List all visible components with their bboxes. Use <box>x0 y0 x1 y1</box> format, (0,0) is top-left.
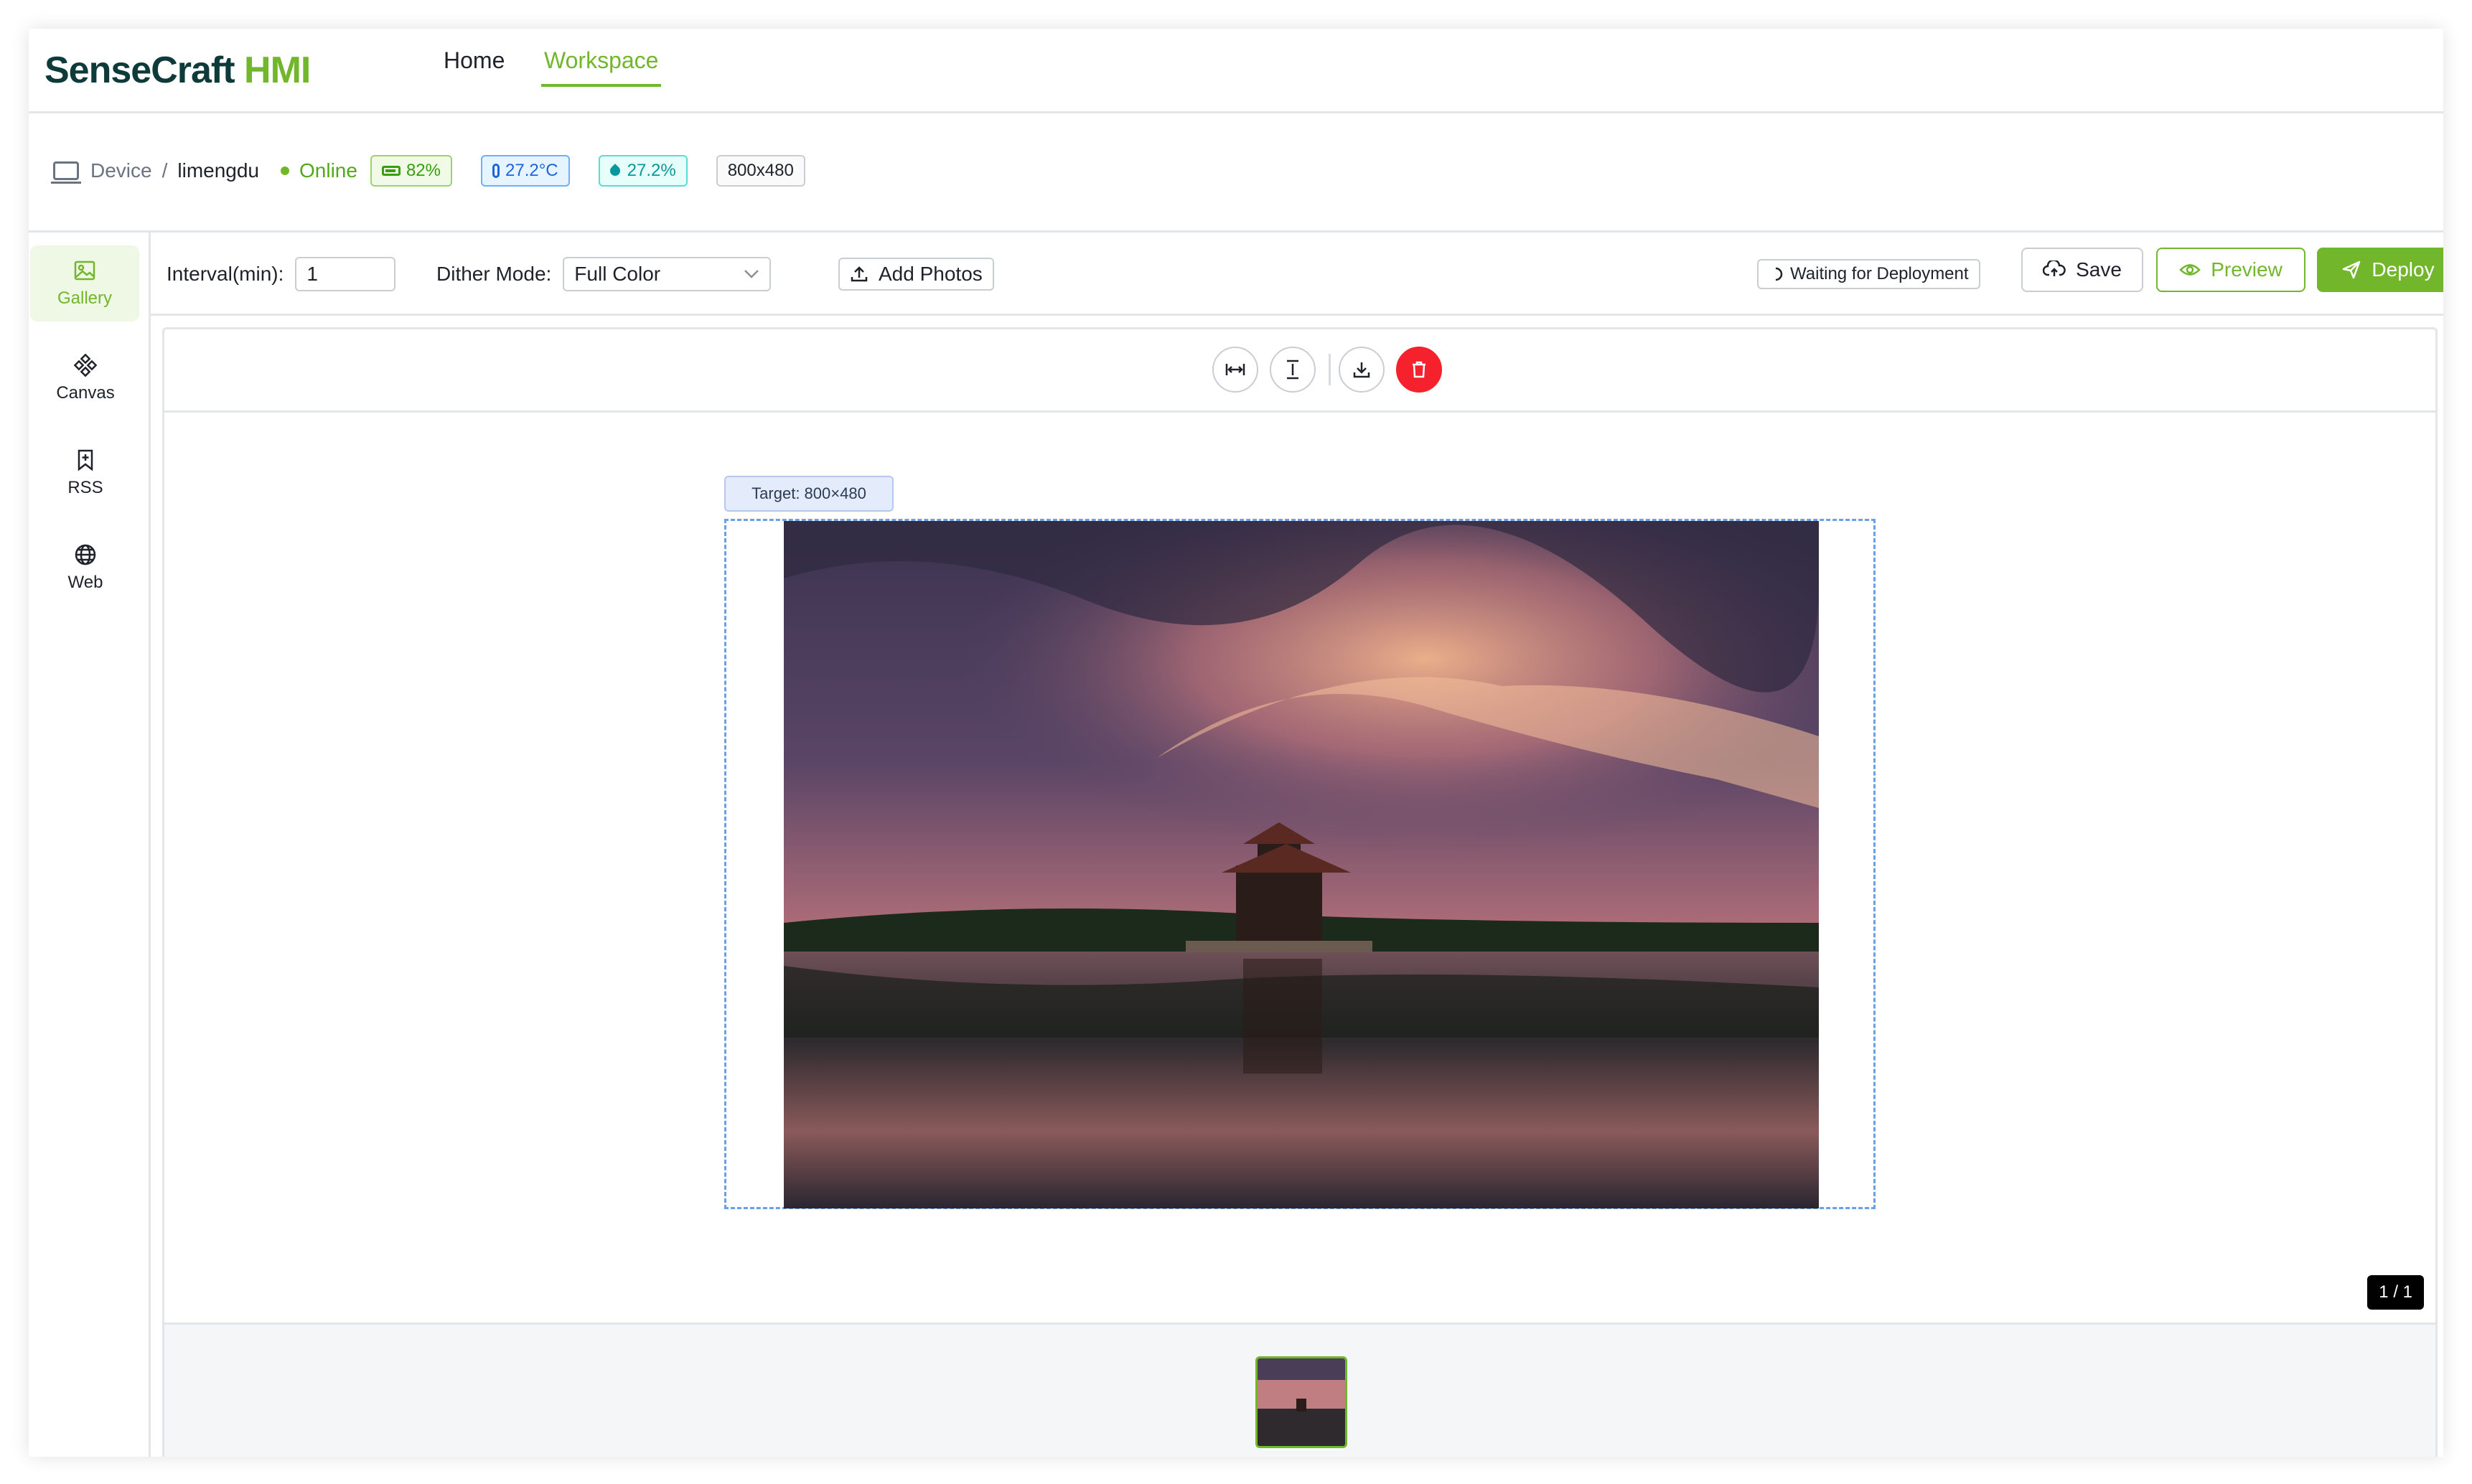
online-status-label: Online <box>299 159 357 182</box>
dither-label: Dither Mode: <box>436 263 552 285</box>
sidebar: Gallery Canvas RSS Web <box>29 233 151 1457</box>
battery-icon <box>381 166 401 176</box>
send-icon <box>2343 260 2361 279</box>
diamond-grid-icon <box>73 353 98 377</box>
app-window: SenseCraft HMI Home Workspace Device / l… <box>29 29 2443 1457</box>
laptop-icon <box>51 161 81 184</box>
sidebar-item-rss[interactable]: RSS <box>30 435 141 511</box>
fit-height-button[interactable] <box>1270 347 1316 393</box>
fit-width-icon <box>1225 364 1245 375</box>
globe-icon <box>73 543 98 567</box>
image-tools <box>164 329 2435 413</box>
upload-icon <box>851 266 868 282</box>
add-photos-button[interactable]: Add Photos <box>838 258 994 291</box>
deploy-wrap: Deploy <box>2317 248 2443 292</box>
image-icon <box>72 258 97 283</box>
editor-panel: Target: 800×480 1 / 1 <box>162 327 2438 1457</box>
thumbnail-strip <box>164 1323 2435 1457</box>
dither-select-value: Full Color <box>574 263 661 285</box>
eye-icon <box>2179 264 2201 276</box>
toolbar: Interval(min): 1 Dither Mode: Full Color… <box>151 233 2443 316</box>
bookmark-plus-icon <box>73 448 98 472</box>
temperature-badge: 27.2°C <box>481 155 570 187</box>
delete-button[interactable] <box>1396 347 1442 393</box>
resolution-badge: 800x480 <box>716 155 805 187</box>
save-button[interactable]: Save <box>2021 248 2143 292</box>
target-frame <box>724 519 1876 1209</box>
download-icon <box>1353 362 1370 378</box>
chevron-down-icon <box>744 270 759 278</box>
page-counter: 1 / 1 <box>2367 1275 2424 1310</box>
deploy-status-label: Waiting for Deployment <box>1790 264 1969 283</box>
interval-group: Interval(min): 1 <box>167 255 396 293</box>
nav-workspace[interactable]: Workspace <box>541 47 662 87</box>
add-photos-wrap: Add Photos <box>838 255 994 293</box>
breadcrumb-device[interactable]: Device <box>90 159 152 182</box>
humidity-value: 27.2% <box>627 161 676 180</box>
cloud-upload-icon <box>2043 260 2066 276</box>
brand-name-part1: SenseCraft <box>45 50 235 91</box>
preview-button[interactable]: Preview <box>2156 248 2305 292</box>
fit-height-icon <box>1287 360 1298 380</box>
online-status: Online <box>281 159 357 182</box>
sidebar-item-label: Gallery <box>57 288 113 308</box>
save-wrap: Save <box>2021 248 2143 292</box>
nav-home[interactable]: Home <box>441 47 507 84</box>
add-photos-label: Add Photos <box>879 263 983 285</box>
download-button[interactable] <box>1339 347 1385 393</box>
sidebar-item-web[interactable]: Web <box>30 530 141 606</box>
target-size-label: Target: 800×480 <box>724 476 894 512</box>
deploy-status-indicator: Waiting for Deployment <box>1757 259 1980 289</box>
preview-wrap: Preview <box>2156 248 2305 292</box>
droplet-icon <box>607 164 622 178</box>
battery-value: 82% <box>406 161 441 180</box>
deploy-button[interactable]: Deploy <box>2317 248 2443 292</box>
breadcrumb-separator: / <box>161 159 168 182</box>
save-label: Save <box>2076 258 2122 281</box>
trash-icon <box>1413 361 1425 378</box>
breadcrumb-device-name: limengdu <box>177 159 260 182</box>
gallery-photo[interactable] <box>784 521 1819 1208</box>
device-bar: Device / limengdu Online 82% 27.2°C 27.2… <box>29 113 2443 233</box>
top-nav: SenseCraft HMI Home Workspace <box>29 29 2443 113</box>
loading-spinner-icon <box>1775 267 1783 281</box>
preview-label: Preview <box>2211 258 2283 281</box>
deploy-label: Deploy <box>2372 258 2435 281</box>
status-dot-icon <box>281 166 290 175</box>
sidebar-item-gallery[interactable]: Gallery <box>30 245 139 321</box>
thermometer-icon <box>492 164 500 178</box>
interval-input[interactable]: 1 <box>295 257 396 291</box>
sidebar-item-label: Web <box>67 573 103 592</box>
humidity-badge: 27.2% <box>598 155 688 187</box>
sidebar-item-canvas[interactable]: Canvas <box>30 340 141 416</box>
brand-name-part2: HMI <box>234 50 311 91</box>
battery-badge: 82% <box>370 155 452 187</box>
sidebar-item-label: RSS <box>67 478 103 497</box>
brand-logo[interactable]: SenseCraft HMI <box>45 49 311 92</box>
tool-divider <box>1329 354 1331 385</box>
dither-group: Dither Mode: Full Color <box>436 255 772 293</box>
deploy-status-wrap: Waiting for Deployment <box>1757 255 1980 293</box>
dither-select[interactable]: Full Color <box>563 257 772 291</box>
sidebar-item-label: Canvas <box>56 383 115 403</box>
fit-width-button[interactable] <box>1212 347 1258 393</box>
thumbnail-item[interactable] <box>1255 1356 1347 1448</box>
temperature-value: 27.2°C <box>505 161 558 180</box>
interval-label: Interval(min): <box>167 263 284 285</box>
